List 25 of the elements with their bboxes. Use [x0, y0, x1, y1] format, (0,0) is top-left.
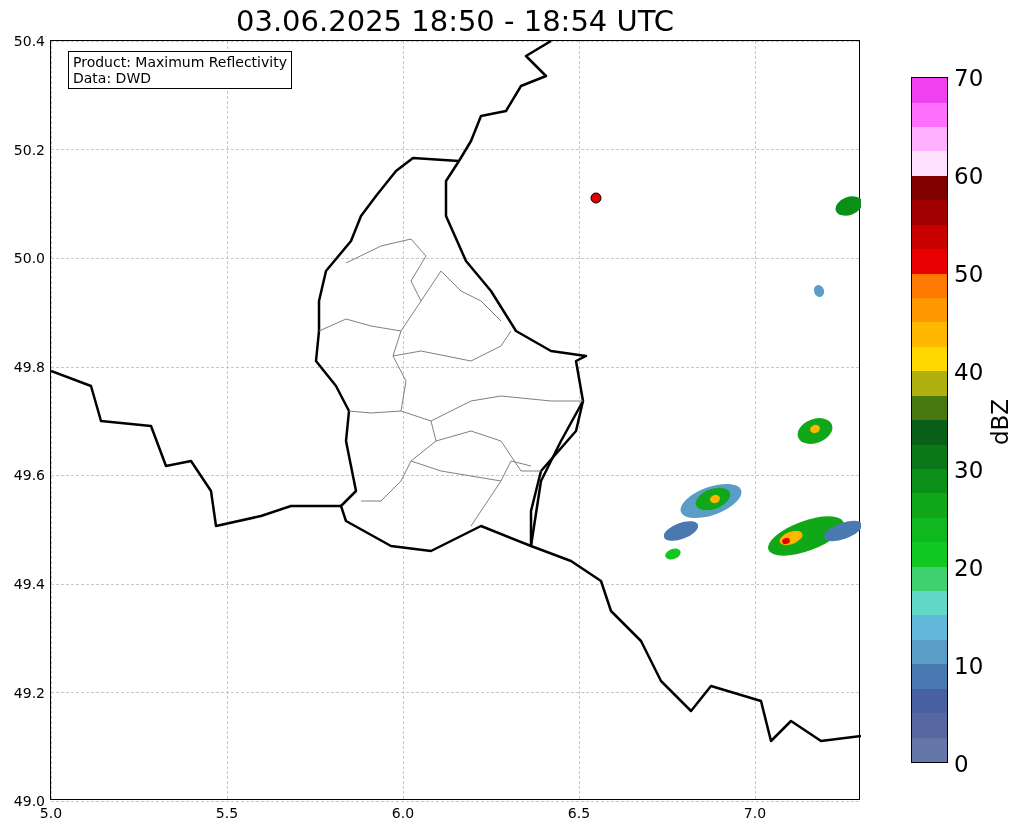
colorbar-tick-label: 70	[954, 65, 984, 91]
y-axis-tick-label: 50.0	[13, 250, 45, 267]
x-axis-tick-label: 5.0	[39, 805, 63, 821]
colorbar-tick-label: 40	[954, 359, 984, 385]
y-axis-tick-label: 49.4	[13, 576, 45, 592]
colorbar-tick-label: 0	[954, 751, 969, 777]
location-marker	[590, 192, 602, 204]
chart-title: 03.06.2025 18:50 - 18:54 UTC	[235, 3, 675, 39]
y-axis-tick-label: 49.6	[13, 467, 45, 484]
colorbar-tick-label: 60	[954, 163, 984, 189]
legend-text: Product: Maximum Reflectivity	[73, 54, 287, 70]
x-axis-tick-label: 7.0	[743, 805, 767, 821]
y-axis-tick-label: 49.2	[13, 684, 45, 701]
y-axis-tick-label: 49.8	[13, 358, 45, 375]
x-axis-tick-label: 5.5	[215, 805, 239, 821]
colorbar-tick-label: 50	[954, 261, 984, 287]
y-axis-tick-label: 50.4	[13, 33, 45, 49]
colorbar-label: dBZ	[987, 398, 1013, 446]
x-axis-tick-label: 6.0	[391, 805, 415, 821]
y-axis-tick-label: 50.2	[13, 141, 45, 158]
colorbar-tick-label: 20	[954, 555, 984, 581]
x-axis-tick-label: 6.5	[567, 805, 591, 821]
colorbar-tick-label: 10	[954, 653, 984, 679]
colorbar-tick-label: 30	[954, 457, 984, 483]
legend-text: Data: DWD	[73, 70, 152, 86]
